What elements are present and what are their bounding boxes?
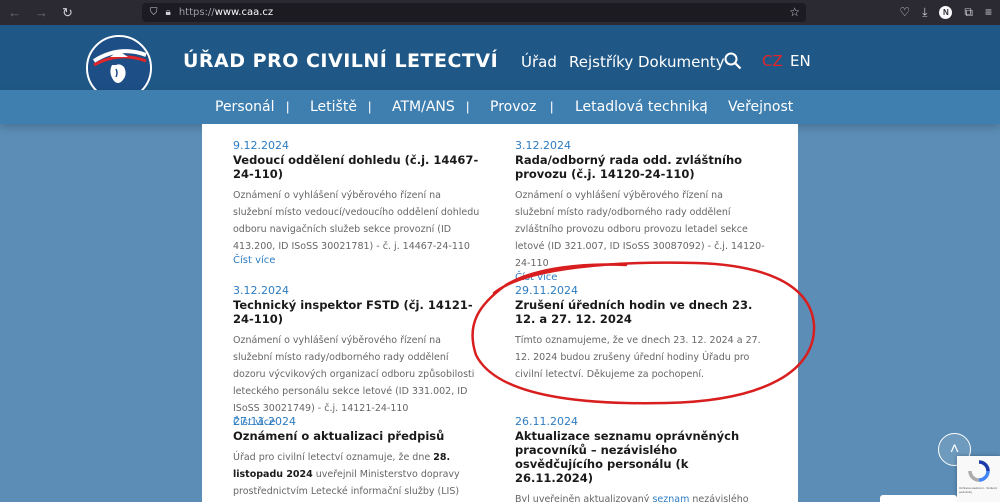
news-item: 3.12.2024 Technický inspektor FSTD (čj. … [233, 284, 483, 428]
browser-toolbar: ← → ↻ ⛉ 🔒︎ https://www.caa.cz ☆ ♡ ⤓ N ⧉ … [0, 0, 1000, 25]
nav-rejstriky[interactable]: Rejstříky [569, 52, 633, 72]
subnav-separator: | [368, 99, 372, 114]
news-body: Oznámení o vyhlášení výběrového řízení n… [233, 335, 475, 414]
menu-icon[interactable]: ≡ [985, 5, 992, 19]
news-list: 9.12.2024 Vedoucí oddělení dohledu (č.j.… [202, 124, 798, 502]
subnav-letadlova-technika[interactable]: Letadlová technika [575, 99, 708, 115]
news-body: Tímto oznamujeme, že ve dnech 23. 12. 20… [515, 335, 761, 380]
news-body-text: Úřad pro civilní letectví oznamuje, že d… [233, 452, 434, 463]
extensions-icon[interactable]: ⧉ [964, 5, 973, 19]
news-item: 26.11.2024 Aktualizace seznamu oprávněný… [515, 415, 765, 502]
lang-cz-link[interactable]: CZ [762, 52, 783, 70]
news-body-text: Byl uveřejněn aktualizovaný [515, 494, 653, 502]
news-date: 3.12.2024 [233, 284, 289, 297]
bookmark-star-icon[interactable]: ☆ [789, 5, 800, 19]
news-title[interactable]: Technický inspektor FSTD (čj. 14121-24-1… [233, 298, 483, 326]
profile-avatar[interactable]: N [939, 5, 953, 19]
news-item-highlighted: 29.11.2024 Zrušení úředních hodin ve dne… [515, 284, 765, 383]
news-date: 9.12.2024 [233, 139, 289, 152]
news-date: 29.11.2024 [515, 284, 578, 297]
nav-urad-label: Úřad [521, 53, 557, 71]
subnav-verejnost[interactable]: Veřejnost [728, 99, 793, 115]
browser-nav: ← → ↻ [0, 5, 140, 21]
subnav-letiste[interactable]: Letiště [310, 99, 357, 115]
news-title[interactable]: Zrušení úředních hodin ve dnech 23. 12. … [515, 298, 765, 326]
news-item: 9.12.2024 Vedoucí oddělení dohledu (č.j.… [233, 139, 483, 266]
subnav-separator: | [286, 99, 290, 114]
read-more-link[interactable]: Číst více [515, 272, 765, 283]
news-date: 27.11.2024 [233, 415, 296, 428]
news-item: 3.12.2024 Rada/odborný rada odd. zvláštn… [515, 139, 765, 283]
news-body: Byl uveřejněn aktualizovaný seznam nezáv… [515, 491, 765, 502]
pocket-icon[interactable]: ♡ [899, 5, 910, 19]
url-text[interactable]: https://www.caa.cz [179, 7, 273, 18]
section-nav: Personál | Letiště | ATM/ANS | Provoz | … [0, 90, 1000, 124]
address-bar[interactable]: ⛉ 🔒︎ https://www.caa.cz ☆ [142, 3, 806, 22]
recaptcha-icon [968, 460, 990, 482]
nav-dokumenty-label: Dokumenty [638, 53, 725, 71]
bottom-overlay-edge [880, 495, 957, 502]
lang-en-link[interactable]: EN [790, 52, 811, 70]
news-title[interactable]: Vedoucí oddělení dohledu (č.j. 14467-24-… [233, 153, 483, 181]
news-title[interactable]: Oznámení o aktualizaci předpisů [233, 429, 483, 443]
subnav-personal[interactable]: Personál [215, 99, 275, 115]
search-icon[interactable] [724, 52, 742, 70]
subnav-atm-ans[interactable]: ATM/ANS [392, 99, 455, 115]
news-title[interactable]: Rada/odborný rada odd. zvláštního provoz… [515, 153, 765, 181]
subnav-separator: | [704, 99, 708, 114]
nav-rejstriky-label: Rejstříky [569, 53, 634, 71]
url-host: www.caa.cz [214, 7, 274, 18]
site-title[interactable]: ÚŘAD PRO CIVILNÍ LETECTVÍ [183, 50, 498, 72]
back-icon[interactable]: ← [8, 5, 21, 20]
subnav-provoz[interactable]: Provoz [490, 99, 536, 115]
news-date: 26.11.2024 [515, 415, 578, 428]
download-icon[interactable]: ⤓ [922, 5, 927, 19]
shield-icon[interactable]: ⛉ [150, 7, 158, 18]
seznam-link[interactable]: seznam [652, 494, 689, 502]
news-title[interactable]: Aktualizace seznamu oprávněných pracovní… [515, 429, 765, 485]
recaptcha-text: Ochrana soukromí - Smluvní podmínky [959, 486, 998, 494]
url-protocol: https:// [178, 7, 215, 18]
news-body: Oznámení o vyhlášení výběrového řízení n… [233, 190, 480, 252]
subnav-separator: | [550, 99, 554, 114]
forward-icon[interactable]: → [35, 5, 48, 20]
reload-icon[interactable]: ↻ [62, 5, 73, 21]
lock-icon[interactable]: 🔒︎ [166, 7, 171, 18]
news-body: Úřad pro civilní letectví oznamuje, že d… [233, 449, 483, 502]
recaptcha-badge[interactable]: Ochrana soukromí - Smluvní podmínky [957, 456, 1000, 502]
nav-urad[interactable]: Úřad [521, 52, 557, 72]
news-item: 27.11.2024 Oznámení o aktualizaci předpi… [233, 415, 483, 502]
read-more-link[interactable]: Číst více [233, 255, 483, 266]
browser-tools: ♡ ⤓ N ⧉ ≡ [899, 5, 992, 19]
news-date: 3.12.2024 [515, 139, 571, 152]
nav-dokumenty[interactable]: Dokumenty [638, 52, 725, 72]
subnav-separator: | [466, 99, 470, 114]
news-body: Oznámení o vyhlášení výběrového řízení n… [515, 190, 765, 269]
